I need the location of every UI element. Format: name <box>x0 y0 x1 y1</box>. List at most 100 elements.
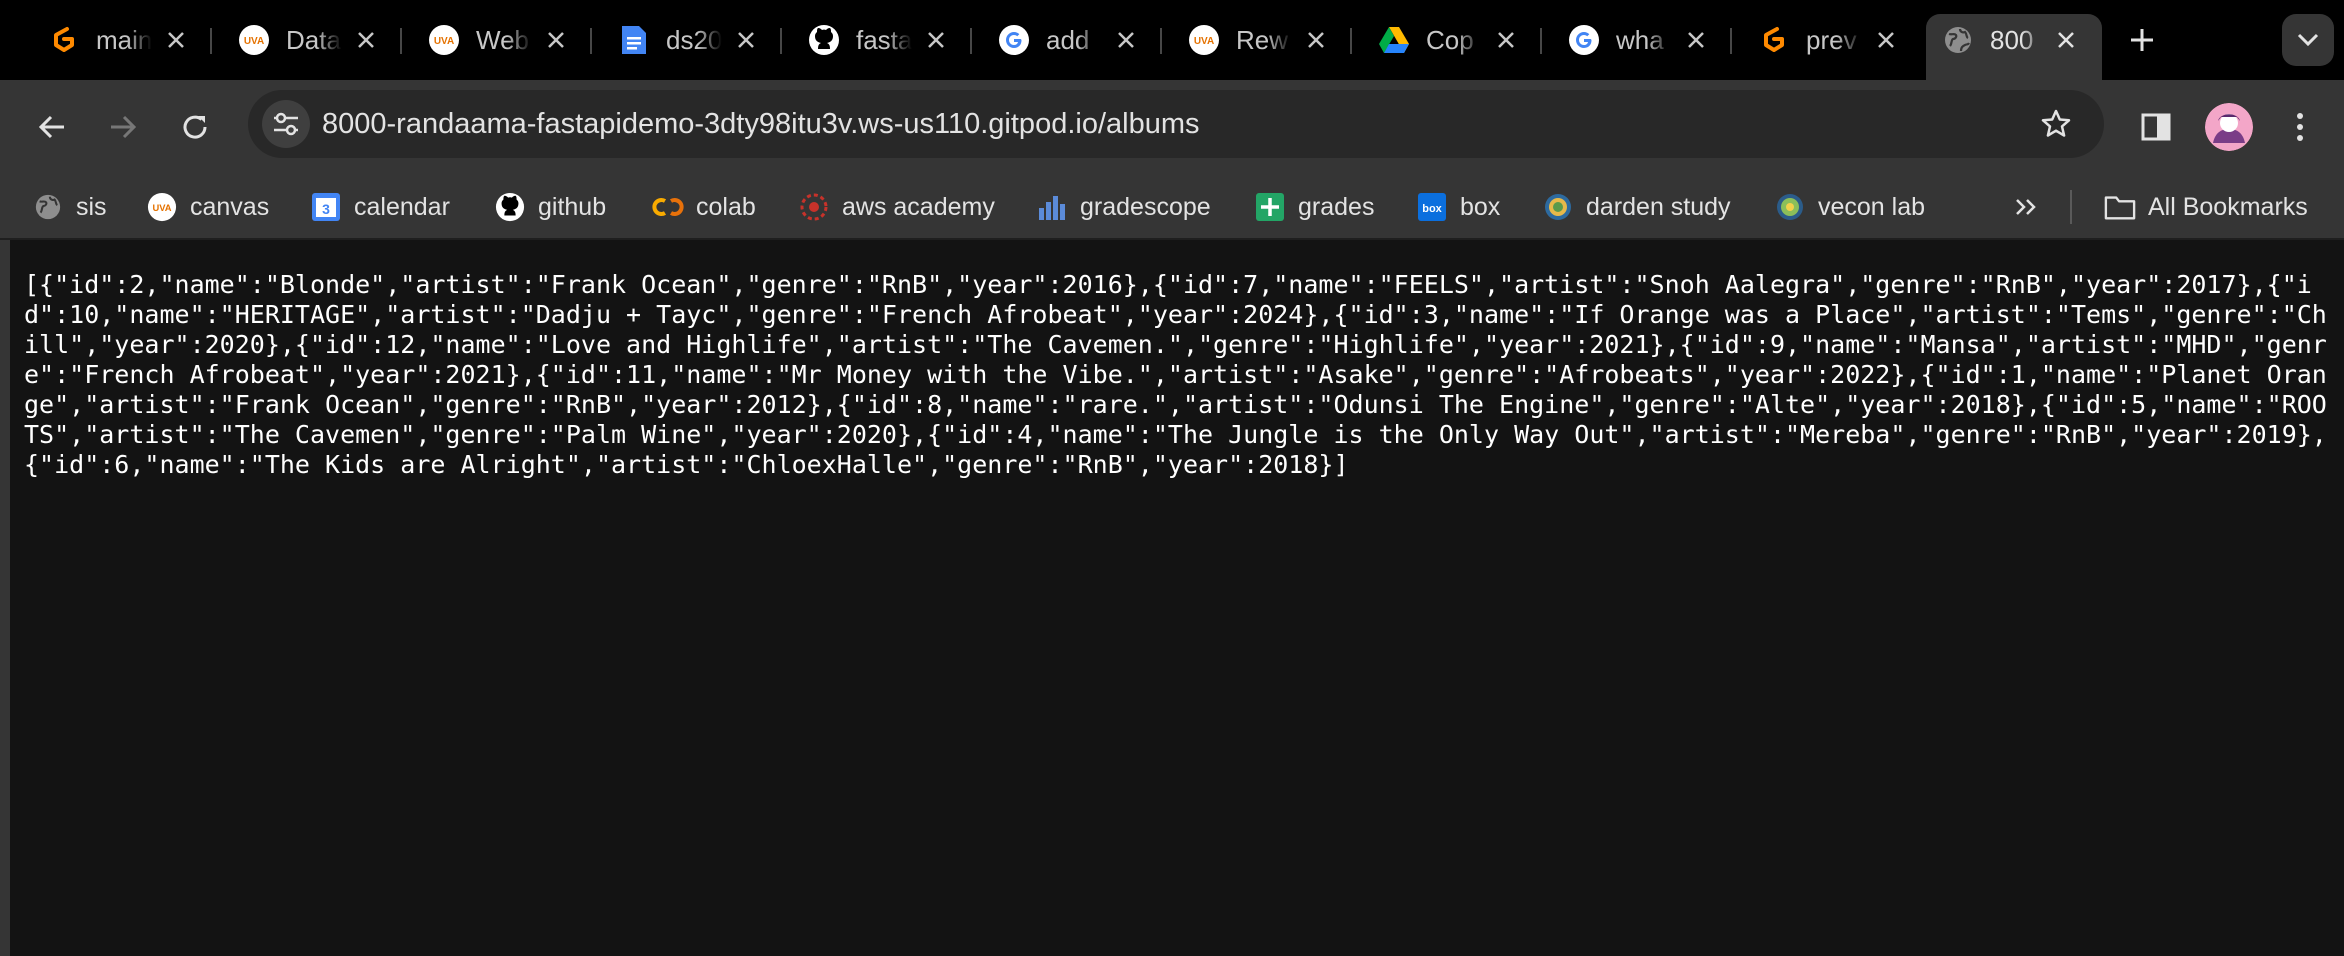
bookmark-label: canvas <box>190 192 270 221</box>
tab[interactable]: UVA Data <box>222 14 402 66</box>
arrow-right-icon <box>111 115 137 139</box>
close-icon[interactable] <box>542 26 570 54</box>
gitpod-icon <box>1758 24 1790 56</box>
tab[interactable]: wha <box>1552 14 1732 66</box>
address-bar[interactable]: 8000-randaama-fastapidemo-3dty98itu3v.ws… <box>248 90 2104 158</box>
svg-text:3: 3 <box>322 201 330 217</box>
tab-divider <box>1160 28 1162 54</box>
bookmark-star-button[interactable] <box>2032 100 2080 148</box>
site-info-button[interactable] <box>262 100 310 148</box>
bookmark-colab[interactable]: colab <box>652 188 756 226</box>
google-drive-icon <box>1378 24 1410 56</box>
bookmark-box[interactable]: box box <box>1416 188 1500 226</box>
tab-divider <box>970 28 972 54</box>
bookmark-darden-study[interactable]: darden study <box>1542 188 1731 226</box>
github-icon <box>808 24 840 56</box>
bookmark-label: gradescope <box>1080 192 1211 221</box>
bookmark-canvas[interactable]: UVA canvas <box>146 188 269 226</box>
tab-title: Rew <box>1236 24 1289 55</box>
close-icon[interactable] <box>162 26 190 54</box>
tab-search-button[interactable] <box>2282 14 2334 66</box>
uva-icon: UVA <box>238 24 270 56</box>
more-vertical-icon <box>2297 113 2303 141</box>
bookmark-github[interactable]: github <box>494 188 606 226</box>
close-icon[interactable] <box>732 26 760 54</box>
plus-icon <box>2131 29 2153 51</box>
bookmarks-bar: sis UVA canvas 3 calendar github colab a… <box>0 174 2344 240</box>
close-icon[interactable] <box>1682 26 1710 54</box>
star-icon <box>2041 109 2071 137</box>
gradescope-icon <box>1036 191 1068 223</box>
close-icon[interactable] <box>1872 26 1900 54</box>
back-button[interactable] <box>28 103 76 151</box>
bookmarks-divider <box>2070 190 2072 224</box>
tab-divider <box>780 28 782 54</box>
tab[interactable]: UVA Web <box>412 14 592 66</box>
google-icon <box>1568 24 1600 56</box>
veconlab-icon <box>1774 191 1806 223</box>
bookmarks-overflow-button[interactable] <box>2006 188 2046 226</box>
aws-academy-icon <box>798 191 830 223</box>
google-calendar-icon: 3 <box>310 191 342 223</box>
side-panel-icon <box>2141 113 2171 141</box>
tab[interactable]: main <box>32 14 212 66</box>
bookmark-aws-academy[interactable]: aws academy <box>798 188 995 226</box>
folder-icon <box>2104 191 2136 223</box>
tab[interactable]: fasta <box>792 14 972 66</box>
svg-text:UVA: UVA <box>1194 36 1214 47</box>
reload-button[interactable] <box>171 103 219 151</box>
tab-title: Data <box>286 24 341 55</box>
close-icon[interactable] <box>352 26 380 54</box>
url-text[interactable]: 8000-randaama-fastapidemo-3dty98itu3v.ws… <box>322 108 1200 141</box>
bookmark-label: vecon lab <box>1818 192 1926 221</box>
tab-divider <box>1730 28 1732 54</box>
bookmark-label: colab <box>696 192 756 221</box>
tab[interactable]: Cop <box>1362 14 1542 66</box>
uva-icon: UVA <box>428 24 460 56</box>
close-icon[interactable] <box>1302 26 1330 54</box>
bookmark-grades[interactable]: grades <box>1254 188 1374 226</box>
new-tab-button[interactable] <box>2122 20 2162 60</box>
tab[interactable]: ds20 <box>602 14 782 66</box>
close-icon[interactable] <box>2052 26 2080 54</box>
google-sheets-icon <box>1254 191 1286 223</box>
tab-title: ds20 <box>666 24 722 55</box>
close-icon[interactable] <box>922 26 950 54</box>
bookmark-sis[interactable]: sis <box>32 188 107 226</box>
svg-text:box: box <box>1422 203 1442 215</box>
forward-button[interactable] <box>99 103 147 151</box>
bookmark-label: grades <box>1298 192 1375 221</box>
reload-icon <box>183 115 207 139</box>
all-bookmarks-label: All Bookmarks <box>2148 192 2308 221</box>
tab-strip: main UVA Data UVA Web ds20 fasta add UVA… <box>0 0 2344 80</box>
close-icon[interactable] <box>1492 26 1520 54</box>
tab[interactable]: prev <box>1742 14 1922 66</box>
close-icon[interactable] <box>1112 26 1140 54</box>
bookmark-label: darden study <box>1586 192 1731 221</box>
profile-avatar[interactable] <box>2205 103 2253 151</box>
svg-text:UVA: UVA <box>244 36 264 47</box>
arrow-left-icon <box>38 115 64 139</box>
double-chevron-right-icon <box>2016 199 2036 215</box>
menu-button[interactable] <box>2276 103 2324 151</box>
tab-divider <box>210 28 212 54</box>
side-panel-button[interactable] <box>2132 103 2180 151</box>
bookmark-gradescope[interactable]: gradescope <box>1036 188 1211 226</box>
all-bookmarks-button[interactable]: All Bookmarks <box>2104 188 2308 226</box>
bookmark-label: aws academy <box>842 192 995 221</box>
box-icon: box <box>1416 191 1448 223</box>
tab[interactable]: add <box>982 14 1162 66</box>
tab-title: wha <box>1616 24 1664 55</box>
tune-icon <box>274 112 298 136</box>
tab-title: prev <box>1806 24 1857 55</box>
gitpod-icon <box>48 24 80 56</box>
tab-active[interactable]: 800 <box>1926 14 2102 80</box>
tab-title: add <box>1046 24 1090 55</box>
bookmark-calendar[interactable]: 3 calendar <box>310 188 450 226</box>
bookmark-vecon-lab[interactable]: vecon lab <box>1774 188 1925 226</box>
uva-icon: UVA <box>146 191 178 223</box>
browser-toolbar: 8000-randaama-fastapidemo-3dty98itu3v.ws… <box>0 80 2344 174</box>
tab[interactable]: UVA Rew <box>1172 14 1352 66</box>
tab-title: Cop <box>1426 24 1474 55</box>
bookmark-label: calendar <box>354 192 450 221</box>
